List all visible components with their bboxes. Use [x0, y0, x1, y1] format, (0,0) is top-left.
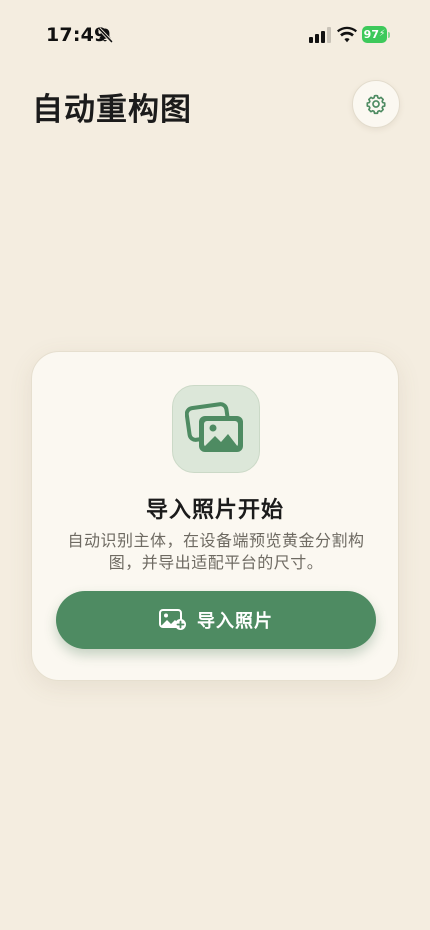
empty-state-description: 自动识别主体，在设备端预览黄金分割构图，并导出适配平台的尺寸。	[67, 531, 365, 572]
status-bar: 17:49 97 ⚡	[0, 0, 430, 60]
photo-add-icon	[159, 609, 186, 630]
photos-icon-tile	[172, 385, 260, 473]
photos-icon	[185, 402, 243, 452]
empty-state-card: 导入照片开始 自动识别主体，在设备端预览黄金分割构图，并导出适配平台的尺寸。 导…	[31, 351, 399, 681]
wifi-icon	[337, 26, 357, 43]
import-photo-button[interactable]: 导入照片	[56, 591, 376, 649]
signal-icon	[309, 27, 331, 43]
gear-icon	[366, 94, 386, 115]
empty-state-title: 导入照片开始	[145, 498, 284, 523]
settings-button[interactable]	[352, 80, 400, 128]
import-photo-button-label: 导入照片	[197, 611, 273, 631]
battery-level: 97	[363, 28, 379, 41]
bell-slash-icon	[97, 27, 113, 43]
page-title: 自动重构图	[32, 92, 192, 128]
battery-icon: 97 ⚡	[362, 26, 392, 43]
charging-bolt-icon: ⚡	[378, 29, 386, 39]
